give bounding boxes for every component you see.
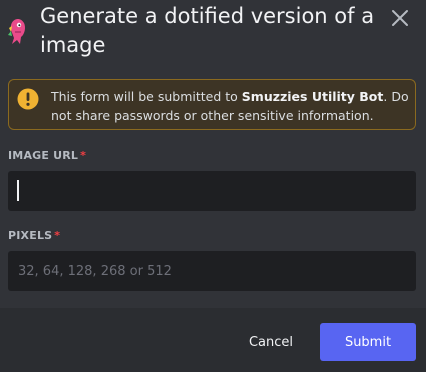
- pixels-label: PIXELS *: [8, 229, 60, 242]
- image-url-label: IMAGE URL *: [8, 149, 86, 162]
- modal-footer: Cancel Submit: [0, 308, 426, 372]
- notice-bot-name: Smuzzies Utility Bot: [241, 89, 384, 104]
- text-caret: [17, 180, 19, 201]
- image-url-label-text: IMAGE URL: [8, 149, 79, 162]
- pixels-input[interactable]: [8, 251, 416, 291]
- submit-button[interactable]: Submit: [320, 323, 416, 361]
- modal-dialog: Generate a dotified version of a image T…: [0, 0, 426, 372]
- warning-icon: [17, 88, 39, 110]
- warning-notice-text: This form will be submitted to Smuzzies …: [51, 87, 411, 125]
- bot-avatar-icon: [8, 19, 25, 44]
- required-marker: *: [80, 149, 87, 162]
- modal-title: Generate a dotified version of a image: [40, 4, 375, 57]
- required-marker: *: [54, 229, 61, 242]
- image-url-input[interactable]: [8, 171, 416, 211]
- notice-text-before: This form will be submitted to: [51, 89, 242, 104]
- modal-header: Generate a dotified version of a image: [0, 0, 426, 70]
- warning-notice: This form will be submitted to Smuzzies …: [8, 79, 416, 130]
- close-icon[interactable]: [388, 6, 412, 30]
- pixels-label-text: PIXELS: [8, 229, 53, 242]
- cancel-button[interactable]: Cancel: [236, 323, 306, 361]
